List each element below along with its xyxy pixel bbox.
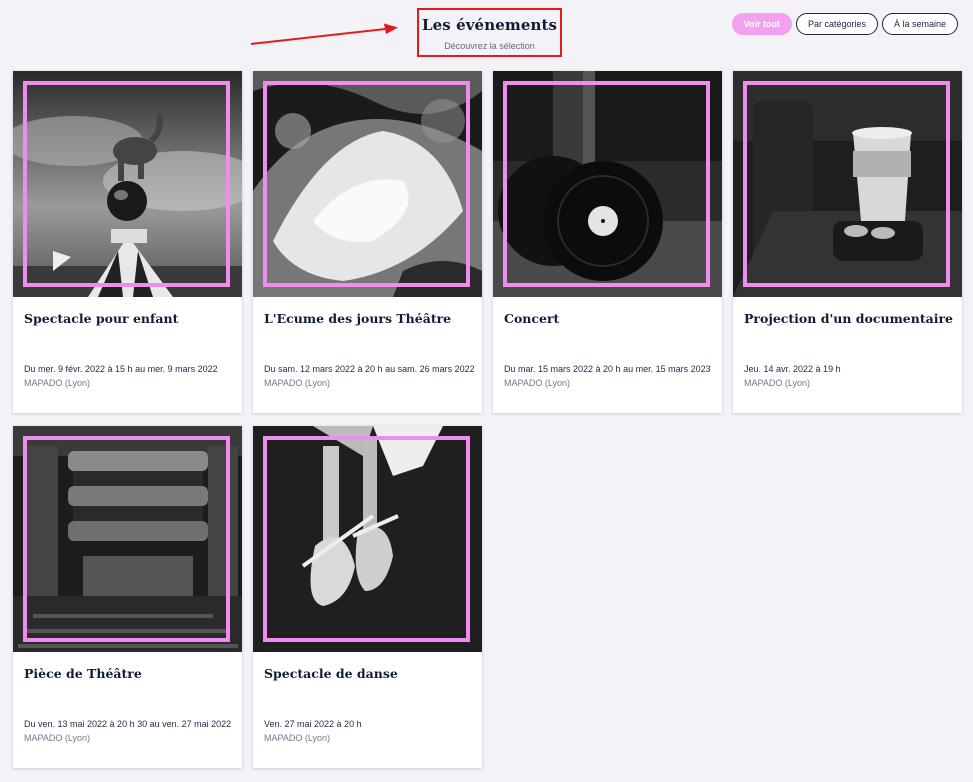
event-date: Ven. 27 mai 2022 à 20 h [264, 719, 362, 729]
event-date: Jeu. 14 avr. 2022 à 19 h [744, 364, 841, 374]
filter-bar: Voir tout Par catégories À la semaine [731, 13, 958, 35]
event-image-wave [253, 71, 482, 297]
event-image-circus [13, 71, 242, 297]
event-date: Du ven. 13 mai 2022 à 20 h 30 au ven. 27… [24, 719, 232, 729]
page-title-block: Les événements Découvrez la sélection [417, 8, 562, 57]
event-title: Spectacle pour enfant [24, 311, 179, 326]
event-date: Du mer. 9 févr. 2022 à 15 h au mer. 9 ma… [24, 364, 218, 374]
event-card[interactable]: Spectacle de danse Ven. 27 mai 2022 à 20… [253, 426, 482, 768]
event-venue: MAPADO (Lyon) [264, 733, 331, 743]
event-card[interactable]: Spectacle pour enfant Du mer. 9 févr. 20… [13, 71, 242, 413]
event-date: Du sam. 12 mars 2022 à 20 h au sam. 26 m… [264, 364, 475, 374]
event-image-popcorn [733, 71, 962, 297]
event-card[interactable]: Pièce de Théâtre Du ven. 13 mai 2022 à 2… [13, 426, 242, 768]
event-image-ballet [253, 426, 482, 652]
event-image-theatre [13, 426, 242, 652]
event-title: Projection d'un documentaire [744, 311, 954, 326]
filter-see-all-button[interactable]: Voir tout [731, 13, 792, 35]
event-title: Concert [504, 311, 560, 326]
event-title: Pièce de Théâtre [24, 666, 142, 681]
filter-by-week-button[interactable]: À la semaine [881, 13, 958, 35]
filter-by-category-button[interactable]: Par catégories [795, 13, 878, 35]
event-venue: MAPADO (Lyon) [24, 733, 91, 743]
event-date: Du mar. 15 mars 2022 à 20 h au mer. 15 m… [504, 364, 711, 374]
event-card[interactable]: Concert Du mar. 15 mars 2022 à 20 h au m… [493, 71, 722, 413]
event-venue: MAPADO (Lyon) [264, 378, 331, 388]
page-title: Les événements [421, 16, 558, 34]
page-subtitle: Découvrez la sélection [444, 41, 535, 51]
event-title: Spectacle de danse [264, 666, 398, 681]
event-card[interactable]: L'Ecume des jours Théâtre Du sam. 12 mar… [253, 71, 482, 413]
event-image-vinyl [493, 71, 722, 297]
event-venue: MAPADO (Lyon) [504, 378, 571, 388]
event-venue: MAPADO (Lyon) [744, 378, 811, 388]
event-card[interactable]: Projection d'un documentaire Jeu. 14 avr… [733, 71, 962, 413]
event-venue: MAPADO (Lyon) [24, 378, 91, 388]
event-title: L'Ecume des jours Théâtre [264, 311, 452, 326]
